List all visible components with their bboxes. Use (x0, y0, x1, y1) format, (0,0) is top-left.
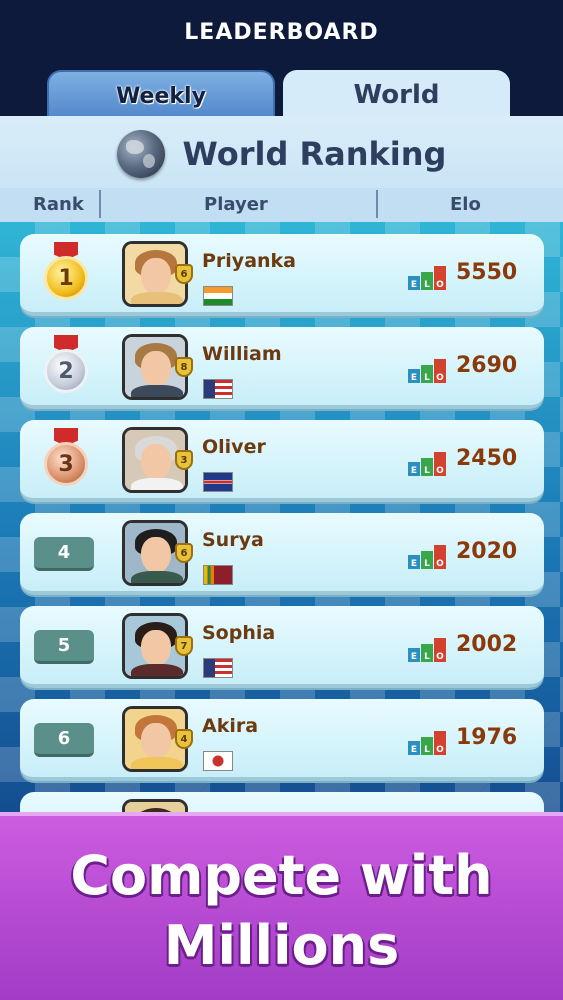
leaderboard-list[interactable]: 1 6 Priyanka ELO 5550 2 8 William E L O … (0, 222, 563, 822)
silver-medal-icon: 2 (44, 335, 88, 399)
level-badge: 4 (175, 729, 193, 749)
player-name: Surya (202, 529, 264, 551)
column-player: Player (204, 194, 268, 215)
rank-number: 3 (44, 442, 88, 486)
bronze-medal-icon: 3 (44, 428, 88, 492)
elo-value: 2020 (456, 539, 518, 564)
player-name: Sophia (202, 622, 276, 644)
uk-flag-icon (203, 472, 233, 492)
column-divider (376, 190, 378, 218)
elo-value: 2690 (456, 353, 518, 378)
ranking-header-panel: World Ranking Rank Player Elo (0, 116, 563, 222)
elo-icon: ELO (408, 266, 446, 290)
screen-title: LEADERBOARD (184, 20, 379, 45)
level-badge: 8 (175, 357, 193, 377)
elo-icon: ELO (408, 452, 446, 476)
elo-icon: ELO (408, 731, 446, 755)
elo-icon: ELO (408, 359, 446, 383)
promo-banner: Compete with Millions (0, 812, 563, 1000)
india-flag-icon (203, 286, 233, 306)
rank-number: 4 (34, 537, 94, 571)
rank-number: 1 (44, 256, 88, 300)
tab-weekly[interactable]: Weekly (47, 70, 275, 120)
column-divider (99, 190, 101, 218)
banner-text-line2: Millions (163, 914, 400, 977)
leaderboard-row[interactable]: 3 3 Oliver ELO 2450 (20, 420, 544, 502)
elo-value: 5550 (456, 260, 518, 285)
tab-world[interactable]: World (283, 70, 510, 120)
ranking-heading: World Ranking (0, 124, 563, 184)
elo-value: 2002 (456, 632, 518, 657)
level-badge: 6 (175, 264, 193, 284)
globe-icon (116, 130, 165, 178)
leaderboard-row[interactable]: 1 6 Priyanka ELO 5550 (20, 234, 544, 316)
leaderboard-row[interactable]: 6 4 Akira ELO 1976 (20, 699, 544, 781)
player-name: William (202, 343, 282, 365)
banner-text-line1: Compete with (70, 844, 493, 907)
rank-number: 2 (44, 349, 88, 393)
level-badge: 7 (175, 636, 193, 656)
sri-lanka-flag-icon (203, 565, 233, 585)
japan-flag-icon (203, 751, 233, 771)
elo-value: 2450 (456, 446, 518, 471)
leaderboard-row[interactable]: 4 6 Surya ELO 2020 (20, 513, 544, 595)
column-elo: Elo (450, 194, 481, 215)
column-rank: Rank (33, 194, 84, 215)
usa-flag-icon (203, 379, 233, 399)
level-badge: 3 (175, 450, 193, 470)
level-badge: 6 (175, 543, 193, 563)
rank-number: 5 (34, 630, 94, 664)
gold-medal-icon: 1 (44, 242, 88, 306)
column-headers: Rank Player Elo (0, 188, 563, 222)
ranking-title: World Ranking (182, 135, 447, 173)
rank-number: 6 (34, 723, 94, 757)
elo-value: 1976 (456, 725, 518, 750)
leaderboard-row[interactable]: 2 8 William ELO 2690 (20, 327, 544, 409)
usa-flag-icon (203, 658, 233, 678)
player-name: Priyanka (202, 250, 296, 272)
elo-icon: ELO (408, 545, 446, 569)
player-name: Akira (202, 715, 259, 737)
elo-icon: ELO (408, 638, 446, 662)
player-name: Oliver (202, 436, 266, 458)
leaderboard-row[interactable]: 5 7 Sophia ELO 2002 (20, 606, 544, 688)
